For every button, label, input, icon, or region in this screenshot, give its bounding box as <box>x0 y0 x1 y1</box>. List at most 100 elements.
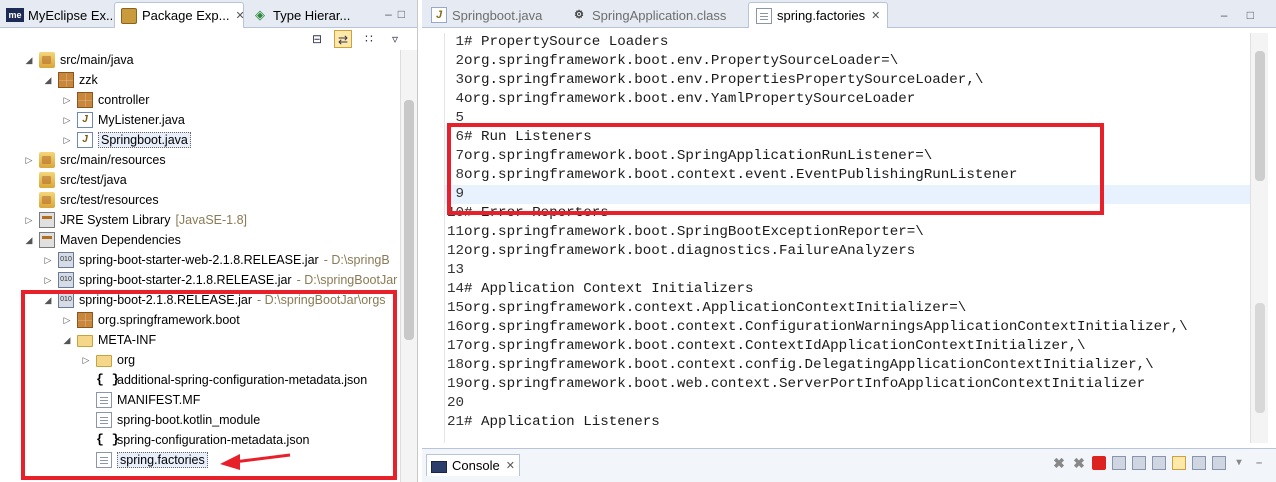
code-line[interactable]: 9 <box>445 185 1251 204</box>
line-number: 10 <box>446 205 464 221</box>
code-line[interactable]: 13 <box>445 261 1251 280</box>
code-line[interactable]: 2org.springframework.boot.env.PropertySo… <box>445 52 1251 71</box>
expand-toggle-icon[interactable]: ▷ <box>23 215 35 226</box>
tree-item[interactable]: spring-boot.kotlin_module <box>80 410 260 430</box>
line-text: org.springframework.boot.env.PropertySou… <box>464 53 899 69</box>
tab-spring-factories[interactable]: spring.factories ✕ <box>748 2 889 28</box>
tree-item[interactable]: src/test/resources <box>23 190 159 210</box>
code-line[interactable]: 1# PropertySource Loaders <box>445 33 1251 52</box>
code-line[interactable]: 14# Application Context Initializers <box>445 280 1251 299</box>
remove-all-icon[interactable]: ✖ <box>1072 456 1086 470</box>
tree-item-label: spring-configuration-metadata.json <box>117 433 310 447</box>
close-icon[interactable]: ✕ <box>506 459 515 472</box>
pin-console-icon[interactable] <box>1172 456 1186 470</box>
expand-toggle-icon[interactable]: ▷ <box>42 275 54 286</box>
code-line[interactable]: 19org.springframework.boot.web.context.S… <box>445 375 1251 394</box>
tree-item[interactable]: ▷ J Springboot.java <box>61 130 191 150</box>
code-line[interactable]: 17org.springframework.boot.context.Conte… <box>445 337 1251 356</box>
tab-springapplication-class[interactable]: ⚙ SpringApplication.class <box>564 2 733 28</box>
code-line[interactable]: 7org.springframework.boot.SpringApplicat… <box>445 147 1251 166</box>
tree-item[interactable]: { } additional-spring-configuration-metad… <box>80 370 367 390</box>
link-with-editor-icon[interactable]: ⇄ <box>334 30 352 48</box>
view-menu-icon[interactable]: ▾ <box>1232 456 1246 470</box>
library-icon <box>39 232 55 248</box>
expand-toggle-icon[interactable]: ◢ <box>42 295 54 306</box>
expand-toggle-icon[interactable]: ◢ <box>61 335 73 346</box>
code-line[interactable]: 15org.springframework.context.Applicatio… <box>445 299 1251 318</box>
tab-myeclipse-explorer[interactable]: me MyEclipse Ex... <box>0 2 112 28</box>
terminate-icon[interactable] <box>1092 456 1106 470</box>
tab-springboot-java[interactable]: J Springboot.java <box>424 2 549 28</box>
code-line[interactable]: 18org.springframework.boot.context.confi… <box>445 356 1251 375</box>
tree-item[interactable]: ▷ 010 spring-boot-starter-web-2.1.8.RELEAS… <box>42 250 390 270</box>
code-line[interactable]: 16org.springframework.boot.context.Confi… <box>445 318 1251 337</box>
text-file-icon <box>96 412 112 428</box>
tree-item[interactable]: ▷ controller <box>61 90 149 110</box>
tree-item-decoration: - D:\springB <box>323 253 390 267</box>
scroll-lock-icon[interactable] <box>1132 456 1146 470</box>
expand-toggle-icon[interactable]: ◢ <box>23 235 35 246</box>
expand-toggle-icon[interactable]: ◢ <box>42 75 54 86</box>
tree-item[interactable]: src/test/java <box>23 170 127 190</box>
tree-item[interactable]: ▷ src/main/resources <box>23 150 166 170</box>
tab-console[interactable]: Console ✕ <box>426 454 520 476</box>
code-line[interactable]: 3org.springframework.boot.env.Properties… <box>445 71 1251 90</box>
tree-item[interactable]: ▷ org <box>80 350 135 370</box>
expand-toggle-icon[interactable]: ▷ <box>23 155 35 166</box>
expand-toggle-icon[interactable]: ▷ <box>61 115 73 126</box>
expand-toggle-icon[interactable]: ▷ <box>42 255 54 266</box>
word-wrap-icon[interactable] <box>1152 456 1166 470</box>
package-explorer-icon <box>121 7 137 24</box>
close-icon[interactable]: ✕ <box>871 9 880 22</box>
expand-toggle-icon[interactable]: ▷ <box>61 315 73 326</box>
tree-item[interactable]: ▷ JRE System Library [JavaSE-1.8] <box>23 210 247 230</box>
expand-toggle-icon[interactable]: ▷ <box>61 95 73 106</box>
tree-item[interactable]: ▷ J MyListener.java <box>61 110 185 130</box>
remove-launch-icon[interactable]: ✖ <box>1052 456 1066 470</box>
code-line[interactable]: 4org.springframework.boot.env.YamlProper… <box>445 90 1251 109</box>
line-number: 16 <box>446 319 464 335</box>
tree-item[interactable]: ▷ 010 spring-boot-starter-2.1.8.RELEASE.ja… <box>42 270 397 290</box>
tree-item[interactable]: ◢ Maven Dependencies <box>23 230 181 250</box>
tree-item[interactable]: ◢ src/main/java <box>23 50 134 70</box>
line-text: org.springframework.boot.web.context.Ser… <box>464 376 1146 392</box>
tab-type-hierarchy[interactable]: ◈ Type Hierar... <box>246 2 366 28</box>
tree-item[interactable]: ◢ META-INF <box>61 330 156 350</box>
line-number: 12 <box>446 243 464 259</box>
open-console-icon[interactable] <box>1192 456 1206 470</box>
tab-package-explorer[interactable]: Package Exp... ✕ <box>114 2 244 28</box>
collapse-all-icon[interactable]: ⊟ <box>308 30 326 48</box>
code-line[interactable]: 8org.springframework.boot.context.event.… <box>445 166 1251 185</box>
chevron-down-icon[interactable]: ▿ <box>386 30 404 48</box>
tree-item-decoration: [JavaSE-1.8] <box>175 213 248 227</box>
left-scrollbar[interactable] <box>400 50 417 482</box>
clear-console-icon[interactable] <box>1112 456 1126 470</box>
tree-item-label: additional-spring-configuration-metadata… <box>117 373 368 387</box>
view-menu-icon[interactable]: ∷ <box>360 30 378 48</box>
myeclipse-icon: me <box>6 8 24 22</box>
left-window-controls[interactable]: –□ <box>385 7 411 21</box>
tree-item-decoration: - D:\springBootJar\orgs <box>257 293 386 307</box>
code-line[interactable]: 20 <box>445 394 1251 413</box>
code-line[interactable]: 5 <box>445 109 1251 128</box>
tree-item[interactable]: ◢ 010 spring-boot-2.1.8.RELEASE.jar - D:\sp… <box>42 290 386 310</box>
expand-toggle-icon[interactable]: ◢ <box>23 55 35 66</box>
close-icon[interactable]: ✕ <box>235 9 243 22</box>
tree-item-label: src/main/resources <box>60 153 166 167</box>
editor-scrollbar[interactable] <box>1250 33 1268 443</box>
code-line[interactable]: 11org.springframework.boot.SpringBootExc… <box>445 223 1251 242</box>
expand-toggle-icon[interactable]: ▷ <box>61 135 73 146</box>
tree-item[interactable]: MANIFEST.MF <box>80 390 200 410</box>
display-selected-icon[interactable] <box>1212 456 1226 470</box>
code-line[interactable]: 12org.springframework.boot.diagnostics.F… <box>445 242 1251 261</box>
tree-item[interactable]: ◢ zzk <box>42 70 98 90</box>
editor-window-controls[interactable]: – □ <box>1221 8 1262 22</box>
tree-item[interactable]: spring.factories <box>80 450 208 470</box>
code-line[interactable]: 6# Run Listeners <box>445 128 1251 147</box>
minimize-icon[interactable]: – <box>1252 456 1266 470</box>
tree-item[interactable]: ▷ org.springframework.boot <box>61 310 240 330</box>
code-line[interactable]: 21# Application Listeners <box>445 413 1251 432</box>
expand-toggle-icon[interactable]: ▷ <box>80 355 92 366</box>
code-line[interactable]: 10# Error Reporters <box>445 204 1251 223</box>
code-text-area[interactable]: 1# PropertySource Loaders 2org.springfram… <box>444 33 1251 443</box>
